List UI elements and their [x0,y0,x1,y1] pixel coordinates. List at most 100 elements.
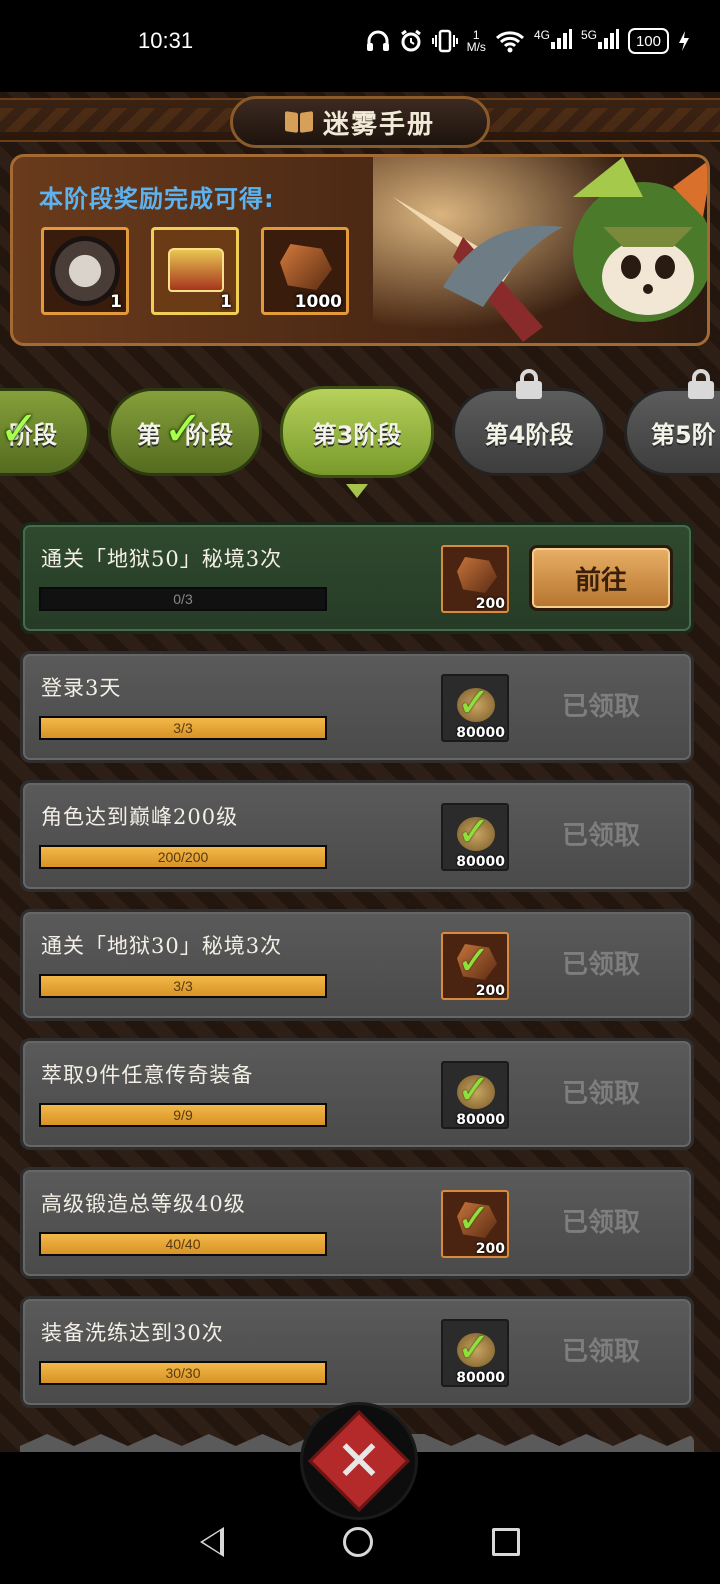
task-progress-bar: 40/40 [39,1232,327,1256]
claimed-status: 已领取 [561,1208,640,1238]
task-progress-bar: 3/3 [39,716,327,740]
go-button[interactable]: 前往 [529,545,673,611]
claimed-check-icon: ✓ [457,809,491,855]
task-row: 通关「地狱30」秘境3次 3/3 ✓ 200 已领取 [20,909,694,1021]
tab-stage-5[interactable]: 第5阶 [624,369,720,476]
progress-text: 30/30 [165,1365,201,1381]
claimed-status: 已领取 [561,1079,640,1109]
page-title: 迷雾手册 [322,109,435,140]
task-reward[interactable]: ✓ 200 [441,932,509,1000]
tab-stage-1[interactable]: 阶段 ✓ [0,388,90,476]
hero-character-art [373,157,707,343]
task-name: 高级锻造总等级40级 [41,1192,246,1216]
network-speed: 1 M/s [467,28,486,54]
task-reward[interactable]: ✓ 80000 [441,674,509,742]
wifi-icon [495,28,525,54]
task-name: 角色达到巅峰200级 [41,805,239,829]
net-label-2: 5G [580,28,597,42]
back-nav-icon[interactable] [199,1527,224,1557]
progress-text: 3/3 [173,720,193,736]
task-reward[interactable]: ✓ 200 [441,1190,509,1258]
alarm-icon [399,28,423,54]
progress-text: 3/3 [173,978,193,994]
reward-qty: 80000 [456,725,505,741]
claimed-check-icon: ✓ [457,680,491,726]
status-time: 10:31 [138,28,194,53]
signal-5g: 5G [581,28,619,54]
active-tab-pointer [346,484,368,498]
crossed-blades-icon: ✕ [335,1428,383,1494]
tab-label: 第4阶段 [484,420,574,449]
home-nav-icon[interactable] [342,1527,373,1557]
reward-qty: 1 [110,292,122,312]
system-nav-bar [0,1500,720,1584]
tab-label: 第5阶 [651,420,716,449]
task-name: 萃取9件任意传奇装备 [41,1063,254,1087]
tab-label-prefix: 第 [137,420,161,449]
task-row: 萃取9件任意传奇装备 9/9 ✓ 80000 已领取 [20,1038,694,1150]
tab-stage-3[interactable]: 第3阶段 [280,386,434,478]
reward-qty: 80000 [456,1112,505,1128]
task-reward[interactable]: ✓ 80000 [441,803,509,871]
reward-qty: 80000 [456,1370,505,1386]
task-progress-bar: 30/30 [39,1361,327,1385]
vibrate-icon [431,28,458,54]
headphones-icon [366,28,390,54]
task-row: 装备洗练达到30次 30/30 ✓ 80000 已领取 [20,1296,694,1408]
task-reward[interactable]: 200 [441,545,509,613]
reward-item-ore[interactable]: 1000 [261,227,349,315]
task-name: 通关「地狱50」秘境3次 [41,547,283,571]
reward-qty: 1 [220,292,232,312]
claimed-status: 已领取 [561,1337,640,1367]
reward-qty: 200 [475,596,505,612]
claimed-status: 已领取 [561,692,640,722]
net-label-1: 4G [533,28,550,42]
status-bar: 10:31 1 M/s 4G 5G 100 [0,0,720,92]
lock-icon [514,369,544,399]
progress-text: 0/3 [173,591,193,607]
app-screen: 迷雾手册 本阶段奖励完成可得: 1 1 1000 阶段 ✓ 第 阶段 ✓ 第3阶… [0,92,720,1452]
claimed-check-icon: ✓ [457,1325,491,1371]
emblem-diamond: ✕ [308,1410,410,1512]
task-name: 通关「地狱30」秘境3次 [41,934,283,958]
claimed-check-icon: ✓ [457,938,491,984]
stage-tabs: 阶段 ✓ 第 阶段 ✓ 第3阶段 第4阶段 第5阶 [0,369,720,492]
reward-qty: 200 [475,1241,505,1257]
task-name: 装备洗练达到30次 [41,1321,224,1345]
signal-4g: 4G [534,28,572,54]
claimed-check-icon: ✓ [457,1067,491,1113]
task-progress-bar: 0/3 [39,587,327,611]
treasure-chest-icon [168,248,224,292]
progress-text: 9/9 [173,1107,193,1123]
ore-icon [457,557,497,593]
reward-qty: 80000 [456,854,505,870]
task-row: 登录3天 3/3 ✓ 80000 已领取 [20,651,694,763]
title-plate: 迷雾手册 [230,96,490,148]
task-progress-bar: 200/200 [39,845,327,869]
claimed-status: 已领取 [561,950,640,980]
task-row: 通关「地狱50」秘境3次 0/3 200 前往 [20,522,694,634]
charging-icon [678,28,690,54]
book-icon [285,112,313,132]
task-reward[interactable]: ✓ 80000 [441,1319,509,1387]
tab-label: 第3阶段 [312,420,402,449]
claimed-status: 已领取 [561,821,640,851]
battery-indicator: 100 [627,28,669,54]
progress-text: 40/40 [165,1236,201,1252]
lock-icon [686,369,716,399]
recent-apps-nav-icon[interactable] [492,1528,521,1556]
ore-icon [280,244,332,290]
status-icons: 1 M/s 4G 5G 100 [366,28,690,54]
stage-reward-panel: 本阶段奖励完成可得: 1 1 1000 [10,154,710,346]
tab-stage-2[interactable]: 第 阶段 ✓ [108,388,262,476]
task-row: 角色达到巅峰200级 200/200 ✓ 80000 已领取 [20,780,694,892]
reward-panel-title: 本阶段奖励完成可得: [39,185,275,213]
task-row: 高级锻造总等级40级 40/40 ✓ 200 已领取 [20,1167,694,1279]
reward-qty: 200 [475,983,505,999]
task-name: 登录3天 [41,676,122,700]
reward-item-chest[interactable]: 1 [151,227,239,315]
task-reward[interactable]: ✓ 80000 [441,1061,509,1129]
reward-qty: 1000 [294,292,342,312]
tab-stage-4[interactable]: 第4阶段 [452,369,606,476]
reward-item-avatar[interactable]: 1 [41,227,129,315]
